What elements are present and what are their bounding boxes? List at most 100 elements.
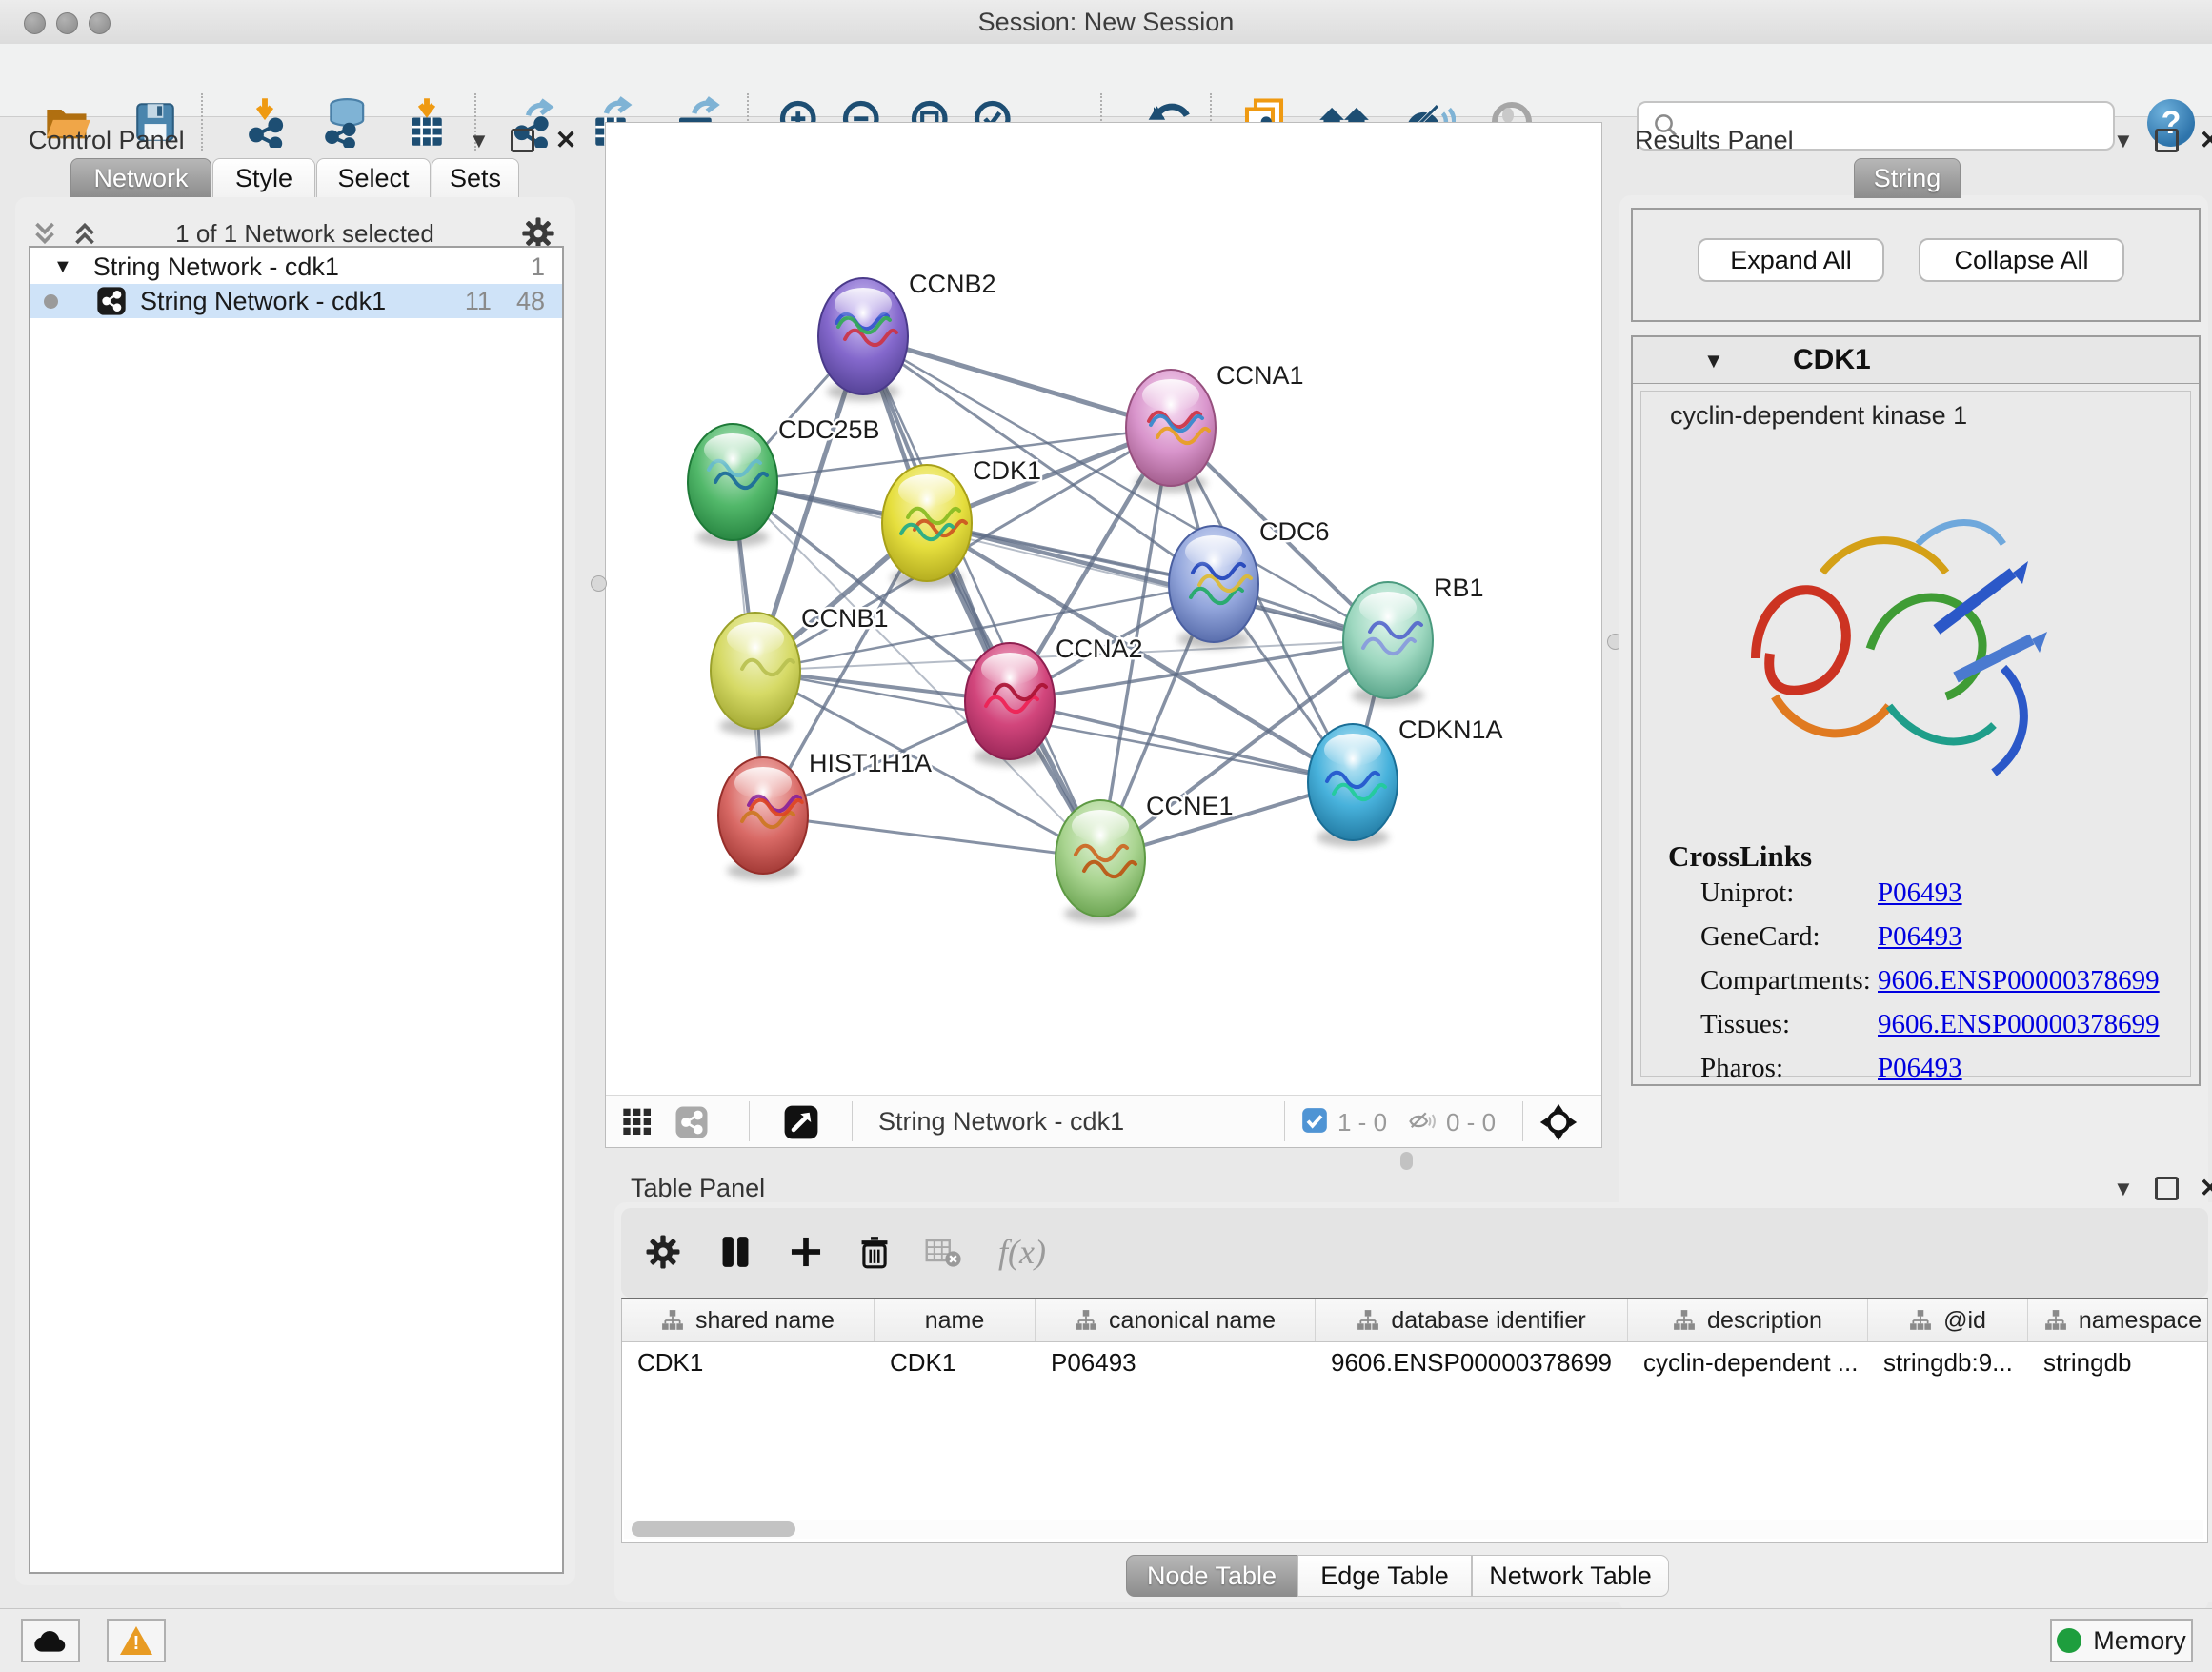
grid-view-icon[interactable]	[621, 1106, 654, 1141]
tab-select[interactable]: Select	[316, 158, 431, 198]
network-row-selected[interactable]: String Network - cdk1 11 48	[30, 284, 562, 318]
network-node-label: CCNA2	[1056, 635, 1143, 663]
network-node-CDC25B[interactable]	[688, 424, 777, 547]
close-panel-icon[interactable]: ✕	[2200, 128, 2212, 153]
column-header-description[interactable]: description	[1628, 1299, 1868, 1341]
network-node-CCNA1[interactable]	[1126, 370, 1216, 493]
memory-label: Memory	[2093, 1626, 2186, 1656]
crosslink-row: Pharos:P06493	[1670, 1053, 2181, 1091]
maximize-panel-icon[interactable]	[511, 129, 534, 152]
table-gear-icon[interactable]	[638, 1225, 688, 1279]
network-node-CCNB1[interactable]	[711, 613, 800, 735]
network-node-label: HIST1H1A	[809, 749, 932, 777]
tab-label: Network	[93, 164, 188, 193]
network-list: ▼ String Network - cdk1 1 String Network…	[29, 246, 564, 1574]
column-header-shared-name[interactable]: shared name	[622, 1299, 875, 1341]
network-label: String Network - cdk1	[140, 287, 386, 316]
table-cell: stringdb	[2028, 1348, 2208, 1378]
import-network-file-icon[interactable]	[237, 93, 292, 151]
network-node-CCNB2[interactable]	[818, 278, 908, 401]
create-column-icon[interactable]	[781, 1225, 831, 1279]
cloud-status-button[interactable]	[21, 1619, 80, 1662]
selected-checkbox-icon[interactable]	[1301, 1107, 1328, 1138]
crosslinks-title: CrossLinks	[1668, 839, 1812, 874]
tab-style[interactable]: Style	[212, 158, 315, 198]
network-view-type-icon[interactable]	[674, 1105, 709, 1144]
table-cell: CDK1	[622, 1348, 875, 1378]
network-node-CDKN1A[interactable]	[1308, 724, 1398, 847]
column-header-database-identifier[interactable]: database identifier	[1316, 1299, 1628, 1341]
float-panel-icon[interactable]: ▼	[2113, 131, 2134, 151]
table-row[interactable]: CDK1CDK1P064939606.ENSP00000378699cyclin…	[622, 1342, 2207, 1382]
network-edge-HIST1H1A-CCNE1[interactable]	[763, 816, 1100, 858]
network-edge-CCNB2-CCNA1[interactable]	[863, 336, 1171, 428]
float-panel-icon[interactable]: ▼	[2113, 1178, 2134, 1199]
cloud-icon	[31, 1625, 70, 1656]
network-node-label: CDKN1A	[1398, 715, 1503, 744]
crosslink-link[interactable]: P06493	[1878, 921, 1962, 953]
hidden-eye-slash-icon[interactable]	[1408, 1107, 1437, 1140]
node-gloss	[1359, 592, 1417, 624]
tab-edge-table[interactable]: Edge Table	[1297, 1555, 1472, 1597]
section-expanded-caret-icon[interactable]: ▼	[1703, 349, 1724, 373]
toolbar-separator	[201, 93, 203, 151]
tree-expanded-caret-icon[interactable]: ▼	[53, 256, 72, 278]
maximize-panel-icon[interactable]	[2155, 129, 2179, 152]
tab-network[interactable]: Network	[70, 158, 211, 198]
warning-status-button[interactable]: !	[107, 1619, 166, 1662]
delete-column-icon[interactable]	[850, 1225, 899, 1279]
network-node-HIST1H1A[interactable]	[718, 757, 808, 880]
results-panel-window-controls: ▼ ✕	[2113, 128, 2212, 153]
column-header--id[interactable]: @id	[1868, 1299, 2028, 1341]
protein-header[interactable]: ▼ CDK1	[1633, 337, 2199, 384]
crosslink-link[interactable]: 9606.ENSP00000378699	[1878, 965, 2160, 997]
close-panel-icon[interactable]: ✕	[555, 128, 577, 153]
button-label: Collapse All	[1954, 246, 2088, 275]
network-node-CCNE1[interactable]	[1056, 800, 1145, 923]
protein-name: CDK1	[1793, 344, 1871, 376]
shared-column-icon	[661, 1309, 684, 1332]
network-node-label: CCNA1	[1217, 361, 1304, 390]
maximize-panel-icon[interactable]	[2155, 1177, 2179, 1200]
memory-button[interactable]: Memory	[2050, 1619, 2193, 1662]
horizontal-splitter-handle[interactable]	[1400, 1152, 1413, 1170]
horizontal-scrollbar[interactable]	[624, 1520, 2203, 1539]
tab-label: Select	[337, 164, 409, 193]
network-selection-status: 1 of 1 Network selected	[114, 219, 495, 249]
import-network-database-icon[interactable]	[317, 93, 372, 151]
crosslink-link[interactable]: P06493	[1878, 877, 1962, 909]
column-header-label: name	[925, 1307, 985, 1335]
column-header-name[interactable]: name	[875, 1299, 1036, 1341]
tab-node-table[interactable]: Node Table	[1126, 1555, 1297, 1597]
expand-all-button[interactable]: Expand All	[1698, 238, 1884, 282]
tab-string[interactable]: String	[1854, 158, 1961, 198]
crosslink-link[interactable]: 9606.ENSP00000378699	[1878, 1009, 2160, 1040]
column-header-label: database identifier	[1391, 1307, 1585, 1335]
network-collection-row[interactable]: ▼ String Network - cdk1 1	[30, 252, 562, 282]
network-canvas[interactable]: CCNB2CCNA1CDC25BCDK1CDC6RB1CCNB1CCNA2CDK…	[606, 123, 1601, 1095]
tab-sets[interactable]: Sets	[432, 158, 519, 198]
left-splitter-handle[interactable]	[591, 575, 607, 592]
toolbar-separator	[749, 1101, 750, 1141]
node-count: 11	[465, 287, 492, 316]
toolbar-separator	[1522, 1101, 1523, 1141]
control-panel-title: Control Panel	[29, 126, 185, 155]
network-node-RB1[interactable]	[1343, 582, 1433, 705]
toolbar-separator	[852, 1101, 853, 1141]
main-toolbar: ?	[0, 44, 2212, 117]
scrollbar-thumb[interactable]	[632, 1521, 795, 1537]
tab-network-table[interactable]: Network Table	[1472, 1555, 1669, 1597]
close-panel-icon[interactable]: ✕	[2200, 1176, 2212, 1201]
crosslink-link[interactable]: P06493	[1878, 1053, 1962, 1084]
column-header-namespace[interactable]: namespace	[2028, 1299, 2208, 1341]
shared-column-icon	[2044, 1309, 2067, 1332]
show-columns-icon[interactable]	[711, 1225, 760, 1279]
fit-selected-crosshair-icon[interactable]	[1539, 1103, 1578, 1146]
import-table-file-icon[interactable]	[399, 93, 454, 151]
network-edge-CCNB2-CCNE1[interactable]	[863, 336, 1100, 858]
birds-eye-view-icon[interactable]	[783, 1104, 819, 1145]
collapse-all-button[interactable]: Collapse All	[1919, 238, 2124, 282]
column-header-canonical-name[interactable]: canonical name	[1036, 1299, 1316, 1341]
table-cell: CDK1	[875, 1348, 1036, 1378]
float-panel-icon[interactable]: ▼	[469, 131, 490, 151]
